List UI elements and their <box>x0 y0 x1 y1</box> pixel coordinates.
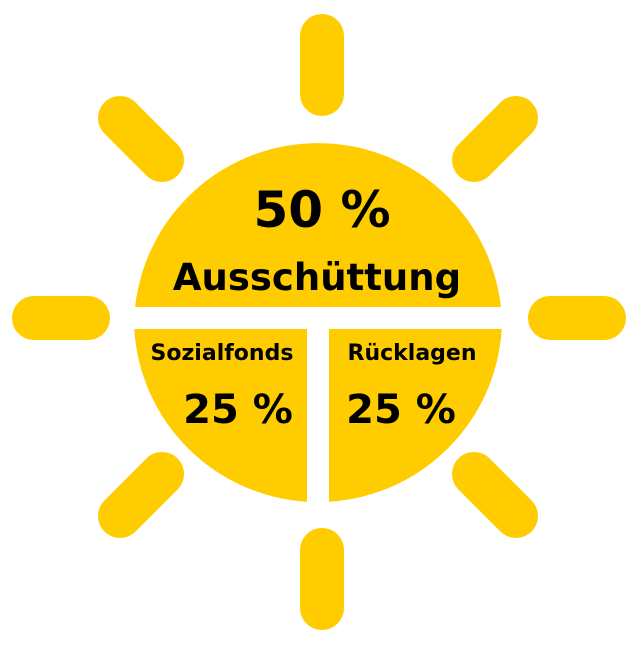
ausschuettung-percent: 50 % <box>253 181 390 239</box>
sun-ray-top-left <box>98 96 184 182</box>
sun-ray-bottom-right <box>452 452 538 538</box>
sozialfonds-percent: 25 % <box>183 387 293 433</box>
ausschuettung-label: Ausschüttung <box>173 256 461 299</box>
sun-svg: 50 % Ausschüttung Sozialfonds 25 % Rückl… <box>12 14 626 630</box>
sun-ray-bottom-left <box>98 452 184 538</box>
sun-ray-top-right <box>452 96 538 182</box>
ruecklagen-percent: 25 % <box>346 387 456 433</box>
sun-diagram: 50 % Ausschüttung Sozialfonds 25 % Rückl… <box>0 0 644 644</box>
sun-rays <box>12 14 626 630</box>
sozialfonds-label: Sozialfonds <box>151 341 294 366</box>
ruecklagen-label: Rücklagen <box>348 341 477 366</box>
